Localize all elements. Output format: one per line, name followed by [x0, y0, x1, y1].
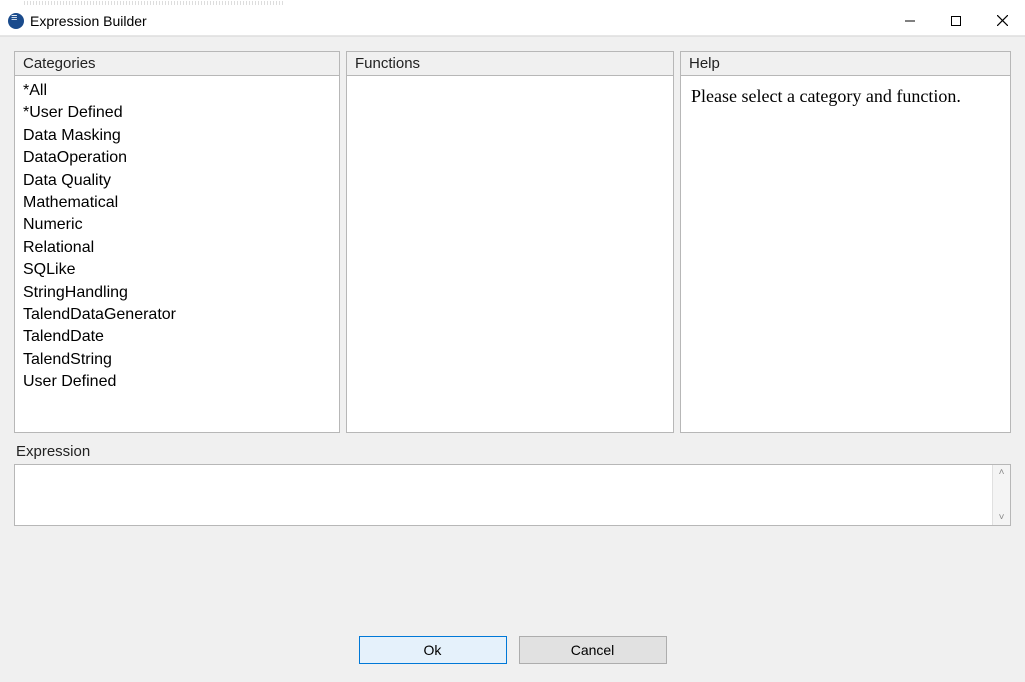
window-title: Expression Builder [30, 13, 147, 29]
help-panel: Help Please select a category and functi… [680, 51, 1011, 433]
category-item[interactable]: SQLike [23, 259, 331, 281]
category-item[interactable]: StringHandling [23, 282, 331, 304]
category-item[interactable]: Data Quality [23, 170, 331, 192]
category-item[interactable]: TalendString [23, 349, 331, 371]
category-item[interactable]: Data Masking [23, 125, 331, 147]
functions-panel: Functions [346, 51, 674, 433]
category-item[interactable]: Numeric [23, 214, 331, 236]
category-item[interactable]: Mathematical [23, 192, 331, 214]
app-icon [8, 13, 24, 29]
close-icon [997, 15, 1008, 26]
help-text: Please select a category and function. [680, 76, 1011, 433]
close-button[interactable] [979, 6, 1025, 35]
categories-panel: Categories *All *User Defined Data Maski… [14, 51, 340, 433]
scroll-down-icon: ˅ [999, 512, 1005, 523]
help-header: Help [680, 51, 1011, 76]
functions-header: Functions [346, 51, 674, 76]
scroll-up-icon: ˄ [999, 467, 1005, 478]
titlebar: Expression Builder [0, 6, 1025, 36]
maximize-icon [951, 16, 961, 26]
top-stub [0, 0, 1025, 6]
window-controls [887, 6, 1025, 35]
category-item[interactable]: *All [23, 80, 331, 102]
expression-label: Expression [14, 441, 1011, 462]
categories-list[interactable]: *All *User Defined Data Masking DataOper… [14, 76, 340, 433]
expression-scrollbar[interactable]: ˄ ˅ [992, 465, 1010, 525]
expression-box-wrap: ˄ ˅ [14, 464, 1011, 526]
cancel-button[interactable]: Cancel [519, 636, 667, 664]
panels-row: Categories *All *User Defined Data Maski… [14, 51, 1011, 433]
expression-input[interactable] [15, 465, 992, 525]
categories-header: Categories [14, 51, 340, 76]
category-item[interactable]: TalendDate [23, 326, 331, 348]
category-item[interactable]: DataOperation [23, 147, 331, 169]
expression-section: Expression ˄ ˅ [14, 441, 1011, 526]
category-item[interactable]: TalendDataGenerator [23, 304, 331, 326]
category-item[interactable]: *User Defined [23, 102, 331, 124]
minimize-button[interactable] [887, 6, 933, 35]
functions-list[interactable] [346, 76, 674, 433]
category-item[interactable]: User Defined [23, 371, 331, 393]
category-item[interactable]: Relational [23, 237, 331, 259]
ok-button[interactable]: Ok [359, 636, 507, 664]
minimize-icon [905, 16, 915, 26]
maximize-button[interactable] [933, 6, 979, 35]
dialog-button-row: Ok Cancel [14, 536, 1011, 668]
content-area: Categories *All *User Defined Data Maski… [0, 36, 1025, 682]
